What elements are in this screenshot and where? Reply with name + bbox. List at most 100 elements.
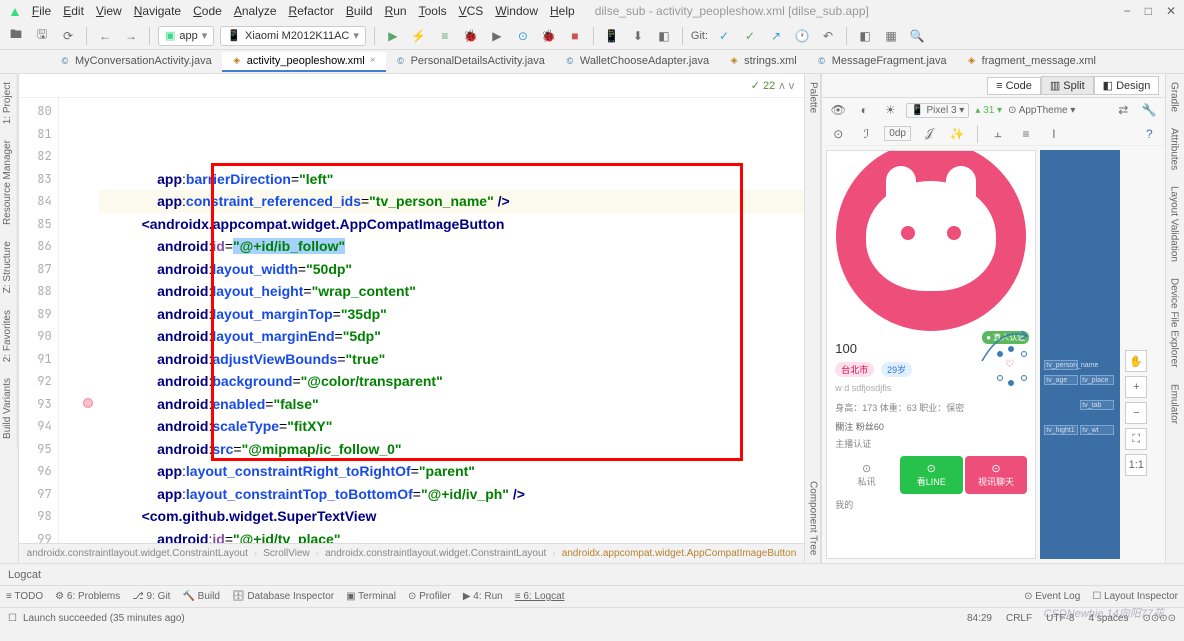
menu-run[interactable]: Run	[379, 4, 413, 18]
menu-window[interactable]: Window	[489, 4, 544, 18]
breadcrumb-item[interactable]: androidx.constraintlayout.widget.Constra…	[325, 548, 546, 559]
file-tab[interactable]: ©MyConversationActivity.java	[50, 52, 222, 72]
zoom-btn[interactable]: −	[1125, 402, 1147, 424]
bottom-tab[interactable]: 🔨 Build	[182, 591, 219, 602]
run-icon[interactable]: ▶	[383, 26, 403, 46]
mode-code[interactable]: ≡ Code	[987, 77, 1041, 95]
file-tab[interactable]: ©PersonalDetailsActivity.java	[386, 52, 555, 72]
resource-icon[interactable]: ◧	[654, 26, 674, 46]
blueprint-canvas[interactable]: tv_person_nametv_placetv_agetv_tabtv_hig…	[1040, 150, 1120, 559]
phone-action-btn[interactable]: ⊙视讯聊天	[965, 456, 1028, 494]
attach-debugger-icon[interactable]: 🐞	[539, 26, 559, 46]
clear-icon[interactable]: 𝒥	[919, 124, 939, 144]
breadcrumb-item[interactable]: ScrollView	[263, 548, 310, 559]
selection-handles[interactable]: ♡	[997, 351, 1027, 381]
open-icon[interactable]: 🖿	[6, 26, 26, 46]
right-tab[interactable]: Emulator	[1166, 376, 1184, 432]
git-update-icon[interactable]: ✓	[714, 26, 734, 46]
line-separator[interactable]: CRLF	[1006, 613, 1032, 624]
bottom-tab[interactable]: ⚙ 6: Problems	[55, 591, 120, 602]
menu-view[interactable]: View	[90, 4, 128, 18]
search-icon[interactable]: 🔍	[907, 26, 927, 46]
zoom-btn[interactable]: 1:1	[1125, 454, 1147, 476]
phone-action-btn[interactable]: ⊙看LINE	[900, 456, 963, 494]
apply-code-icon[interactable]: ≡	[435, 26, 455, 46]
logcat-title-bar[interactable]: Logcat	[0, 563, 1184, 585]
sync-icon[interactable]: ⟳	[58, 26, 78, 46]
phone-action-btn[interactable]: ⊙私讯	[835, 456, 898, 494]
breadcrumb-item[interactable]: androidx.appcompat.widget.AppCompatImage…	[562, 548, 797, 559]
save-icon[interactable]: 🖫	[32, 26, 52, 46]
bottom-tab[interactable]: ⊙ Profiler	[408, 591, 451, 602]
file-tab[interactable]: ◈strings.xml	[719, 52, 807, 72]
inspection-badge[interactable]: ✓ 22	[751, 79, 776, 92]
zoom-btn[interactable]: ⛶	[1125, 428, 1147, 450]
right-tab[interactable]: Device File Explorer	[1166, 270, 1184, 375]
view-options-icon[interactable]: ⊙	[828, 124, 848, 144]
magnet-icon[interactable]: ℐ	[856, 124, 876, 144]
menu-build[interactable]: Build	[340, 4, 379, 18]
infer-icon[interactable]: ✨	[947, 124, 967, 144]
git-rollback-icon[interactable]: ↶	[818, 26, 838, 46]
maximize-icon[interactable]: □	[1145, 4, 1152, 18]
file-tab[interactable]: ©WalletChooseAdapter.java	[555, 52, 719, 72]
menu-navigate[interactable]: Navigate	[128, 4, 187, 18]
bottom-tab-right[interactable]: ☐ Layout Inspector	[1092, 591, 1178, 602]
debug-icon[interactable]: 🐞	[461, 26, 481, 46]
bottom-tab[interactable]: ▣ Terminal	[346, 591, 396, 602]
back-icon[interactable]: ←	[95, 26, 115, 46]
help-icon[interactable]: ?	[1139, 124, 1159, 144]
left-tab[interactable]: Z: Structure	[0, 233, 18, 301]
coverage-icon[interactable]: ▶	[487, 26, 507, 46]
menu-vcs[interactable]: VCS	[453, 4, 490, 18]
right-tab[interactable]: Attributes	[1166, 120, 1184, 178]
align-icon[interactable]: ⫠	[988, 124, 1008, 144]
component-tree-tab[interactable]: Component Tree	[805, 473, 820, 564]
margin-dropdown[interactable]: 0dp	[884, 126, 911, 141]
menu-refactor[interactable]: Refactor	[283, 4, 340, 18]
right-tab[interactable]: Gradle	[1166, 74, 1184, 120]
device-selector[interactable]: 📱Xiaomi M2012K11AC▾	[220, 26, 366, 46]
expand-up-icon[interactable]: ʌ	[779, 80, 785, 92]
settings-icon[interactable]: ▦	[881, 26, 901, 46]
theme-dropdown[interactable]: ⊙ AppTheme ▾	[1008, 105, 1075, 116]
structure-icon[interactable]: ◧	[855, 26, 875, 46]
bottom-tab[interactable]: ⎇ 9: Git	[132, 591, 170, 602]
eye-icon[interactable]: 👁	[828, 100, 848, 120]
mode-split[interactable]: ▥ Split	[1041, 76, 1094, 95]
avd-icon[interactable]: 📱	[602, 26, 622, 46]
api-dropdown[interactable]: ▴ 31 ▾	[975, 105, 1002, 116]
left-tab[interactable]: Build Variants	[0, 370, 18, 447]
bottom-tab-right[interactable]: ⊙ Event Log	[1024, 591, 1080, 602]
zoom-btn[interactable]: +	[1125, 376, 1147, 398]
file-tab[interactable]: ◈activity_peopleshow.xml ×	[222, 52, 386, 72]
bottom-tab[interactable]: ≡ TODO	[6, 591, 43, 602]
bottom-tab[interactable]: ▶ 4: Run	[463, 591, 503, 602]
left-tab[interactable]: Resource Manager	[0, 132, 18, 233]
night-icon[interactable]: ☀	[880, 100, 900, 120]
menu-tools[interactable]: Tools	[413, 4, 453, 18]
left-tab[interactable]: 2: Favorites	[0, 302, 18, 370]
forward-icon[interactable]: →	[121, 26, 141, 46]
git-commit-icon[interactable]: ✓	[740, 26, 760, 46]
expand-down-icon[interactable]: v	[789, 80, 795, 92]
menu-analyze[interactable]: Analyze	[228, 4, 283, 18]
code-text[interactable]: app:barrierDirection="left" app:constrai…	[99, 98, 805, 543]
run-config-selector[interactable]: ▣app▾	[158, 26, 214, 46]
menu-code[interactable]: Code	[187, 4, 228, 18]
menu-help[interactable]: Help	[544, 4, 581, 18]
mode-design[interactable]: ◧ Design	[1094, 76, 1160, 95]
guideline-icon[interactable]: I	[1044, 124, 1064, 144]
file-tab[interactable]: ©MessageFragment.java	[807, 52, 957, 72]
design-canvas[interactable]: ● 真人认证 ♡ 100 台北市 29岁 w d sdfjosdjfis 身高：…	[826, 150, 1036, 559]
caret-position[interactable]: 84:29	[967, 613, 992, 624]
stop-icon[interactable]: ■	[565, 26, 585, 46]
apply-changes-icon[interactable]: ⚡	[409, 26, 429, 46]
device-dropdown[interactable]: 📱 Pixel 3 ▾	[906, 103, 969, 118]
left-tab[interactable]: 1: Project	[0, 74, 18, 132]
pack-icon[interactable]: ≡	[1016, 124, 1036, 144]
wrench-icon[interactable]: 🔧	[1139, 100, 1159, 120]
bottom-tab[interactable]: ≡ 6: Logcat	[515, 591, 565, 602]
right-tab[interactable]: Layout Validation	[1166, 178, 1184, 270]
sdk-icon[interactable]: ⬇	[628, 26, 648, 46]
